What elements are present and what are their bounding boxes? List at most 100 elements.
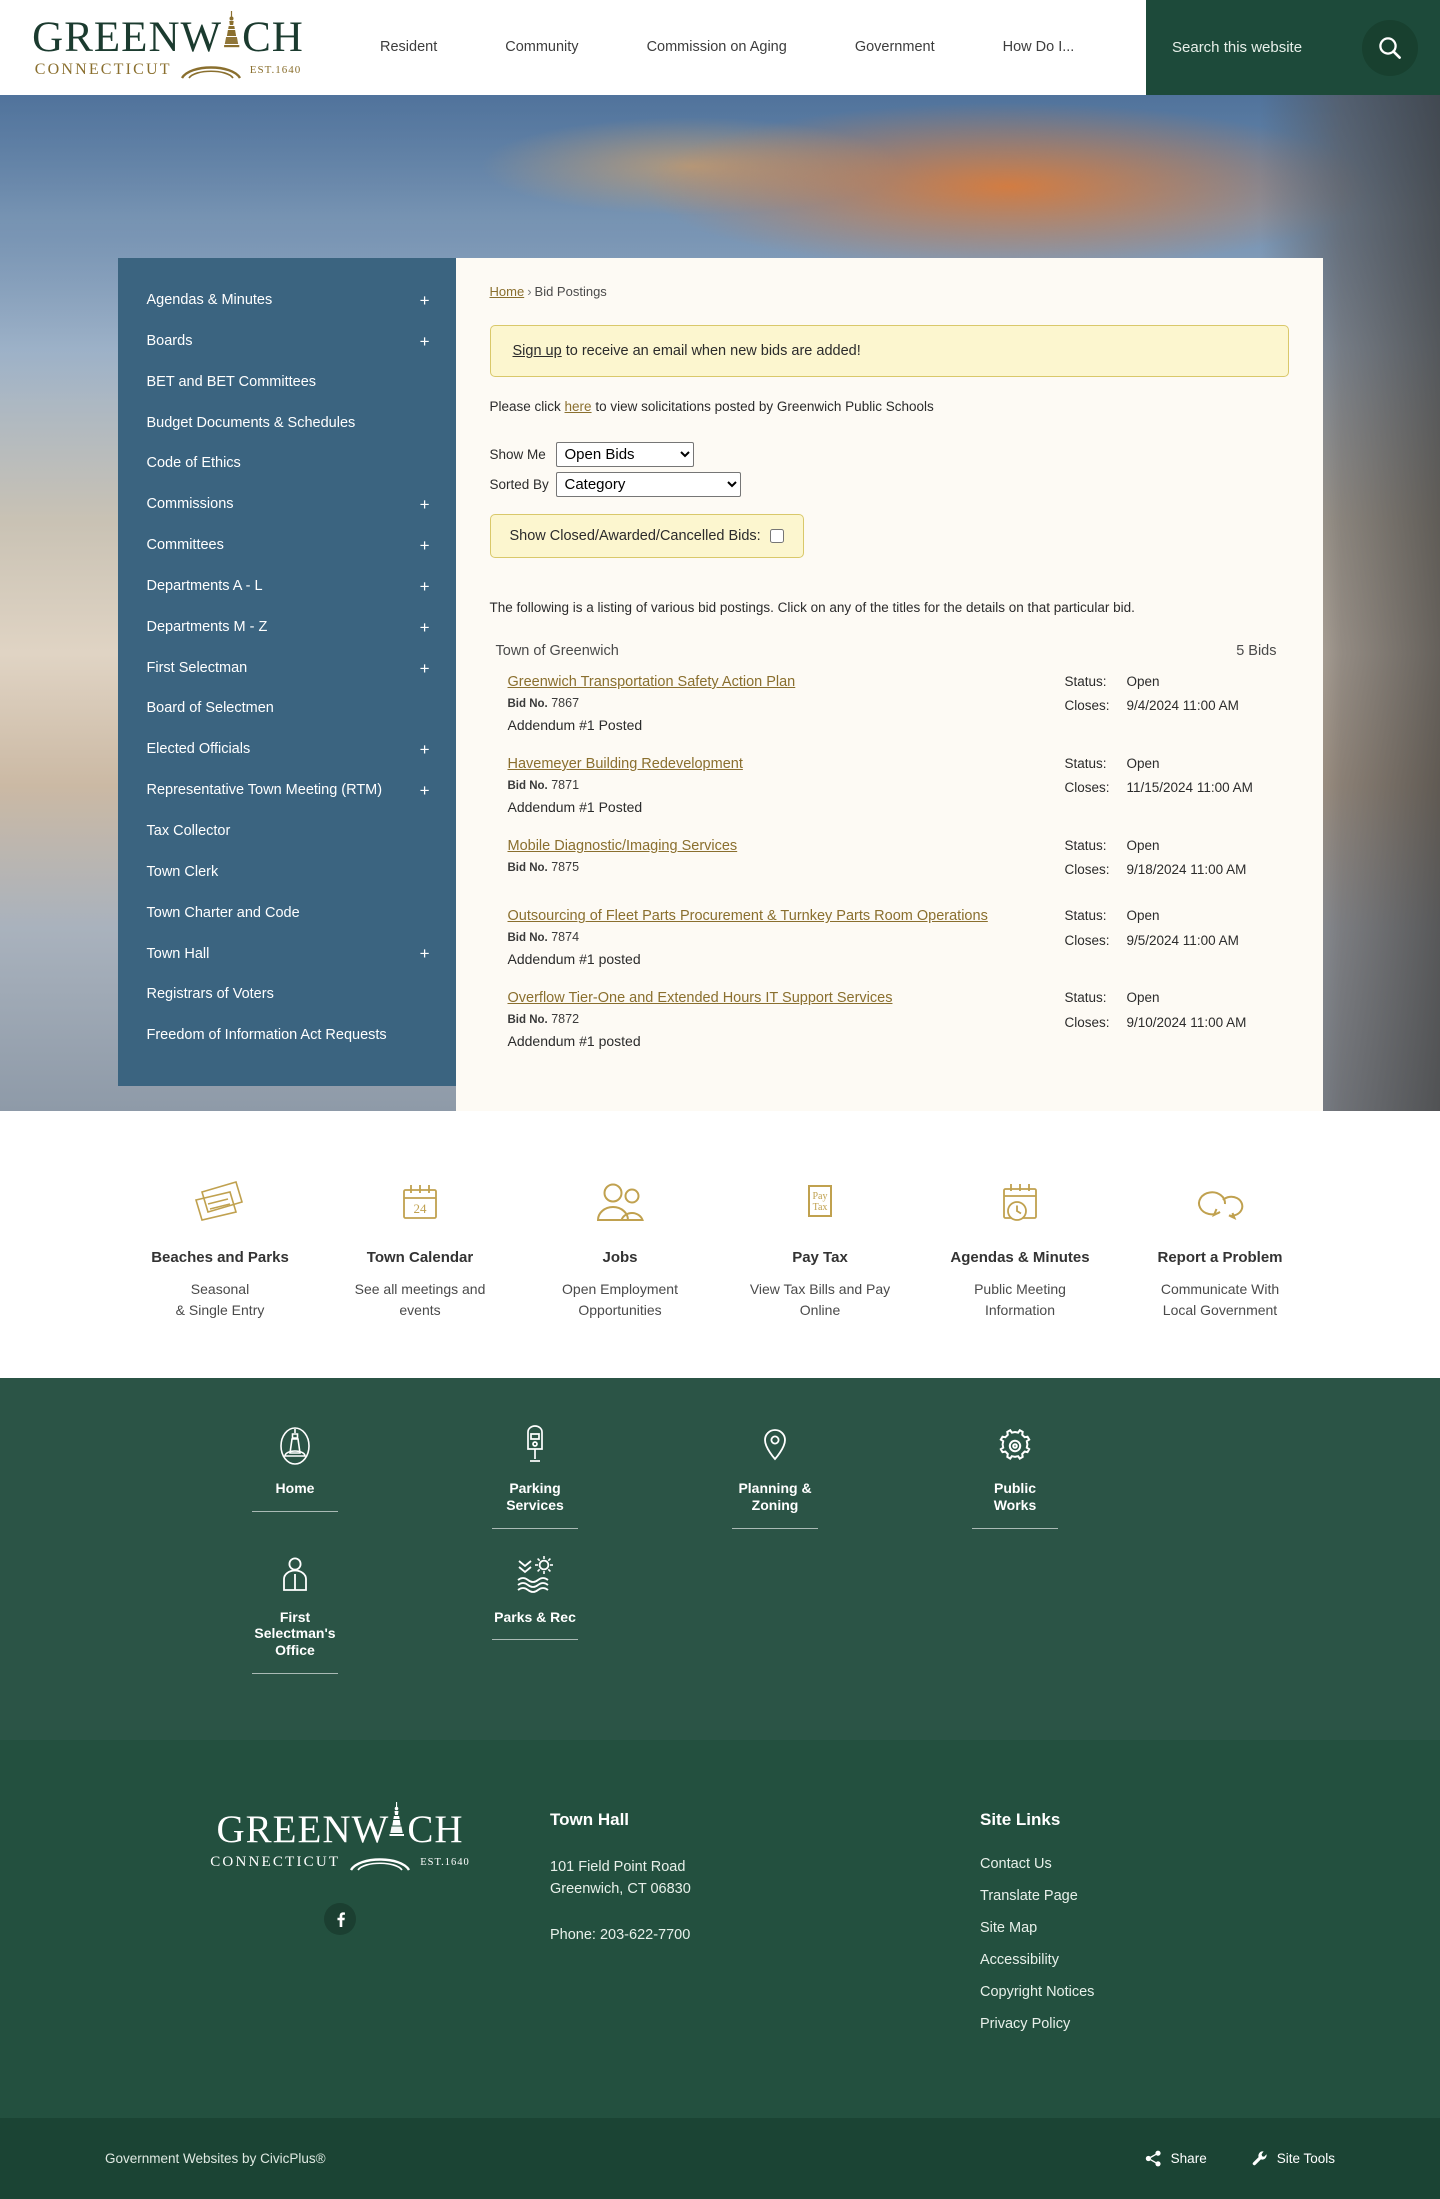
footer-link-contact-us[interactable]: Contact Us bbox=[980, 1856, 1310, 1872]
sidebar-item-label: Town Hall bbox=[146, 945, 210, 962]
quick-link-desc-line-2: & Single Entry bbox=[175, 1301, 265, 1318]
expand-icon[interactable]: + bbox=[410, 578, 430, 595]
greennav-item-home[interactable]: Home bbox=[175, 1422, 415, 1529]
nav-item-commission-on-aging[interactable]: Commission on Aging bbox=[613, 0, 821, 95]
quick-link-desc-line-1: See all meetings and bbox=[354, 1281, 486, 1298]
greennav-item-parking-services[interactable]: Parking Services bbox=[415, 1422, 655, 1529]
sorted-by-select[interactable]: Category bbox=[555, 472, 741, 497]
sidebar-item-town-charter-and-code[interactable]: Town Charter and Code bbox=[118, 893, 456, 934]
footer-link-copyright-notices[interactable]: Copyright Notices bbox=[980, 1984, 1310, 2000]
expand-icon[interactable]: + bbox=[410, 945, 430, 962]
sidebar-item-foia-requests[interactable]: Freedom of Information Act Requests bbox=[118, 1015, 456, 1056]
sidebar-item-town-clerk[interactable]: Town Clerk bbox=[118, 852, 456, 893]
bid-title-link[interactable]: Greenwich Transportation Safety Action P… bbox=[508, 674, 796, 690]
bid-title-link[interactable]: Havemeyer Building Redevelopment bbox=[508, 756, 743, 772]
footer-link-site-map[interactable]: Site Map bbox=[980, 1920, 1310, 1936]
greennav-item-planning-zoning[interactable]: Planning & Zoning bbox=[655, 1422, 895, 1529]
sidebar-item-departments-a-l[interactable]: Departments A - L + bbox=[118, 566, 456, 607]
sidebar-item-bet-and-bet-committees[interactable]: BET and BET Committees bbox=[118, 362, 456, 403]
sidebar-item-committees[interactable]: Committees + bbox=[118, 525, 456, 566]
bid-title-link[interactable]: Mobile Diagnostic/Imaging Services bbox=[508, 838, 738, 854]
quick-link-beaches-and-parks[interactable]: Beaches and Parks Seasonal & Single Entr… bbox=[120, 1171, 320, 1320]
greennav-underline bbox=[972, 1527, 1058, 1529]
sidebar-item-label: Agendas & Minutes bbox=[146, 292, 273, 308]
show-closed-bids-checkbox[interactable] bbox=[769, 529, 784, 543]
quick-links-section: Beaches and Parks Seasonal & Single Entr… bbox=[0, 1111, 1440, 1379]
signup-link[interactable]: Sign up bbox=[513, 343, 562, 359]
footer-town-hall-heading: Town Hall bbox=[550, 1810, 630, 1830]
sidebar-item-town-hall[interactable]: Town Hall + bbox=[118, 934, 456, 975]
footer-logo-subtitle: CONNECTICUT EST.1640 bbox=[210, 1853, 470, 1871]
greennav-item-public-works[interactable]: Public Works bbox=[895, 1422, 1135, 1529]
expand-icon[interactable]: + bbox=[410, 292, 430, 309]
bid-title-link[interactable]: Overflow Tier-One and Extended Hours IT … bbox=[508, 990, 893, 1006]
quick-link-jobs[interactable]: Jobs Open Employment Opportunities bbox=[520, 1171, 720, 1320]
quick-link-town-calendar[interactable]: 24 Town Calendar See all meetings and ev… bbox=[320, 1171, 520, 1320]
nav-item-how-do-i[interactable]: How Do I... bbox=[969, 0, 1109, 95]
search-button[interactable] bbox=[1362, 19, 1418, 76]
sidebar-item-board-of-selectmen[interactable]: Board of Selectmen bbox=[118, 688, 456, 729]
sorted-by-label: Sorted By bbox=[489, 477, 549, 492]
expand-icon[interactable]: + bbox=[410, 782, 430, 799]
closes-label: Closes: bbox=[1064, 698, 1110, 714]
expand-icon[interactable]: + bbox=[410, 496, 430, 513]
nav-item-community[interactable]: Community bbox=[471, 0, 612, 95]
site-tools-button[interactable]: Site Tools bbox=[1251, 2150, 1335, 2167]
quick-link-pay-tax[interactable]: Pay Tax Pay Tax View Tax Bills and Pay O… bbox=[720, 1171, 920, 1320]
search-input[interactable] bbox=[1172, 39, 1352, 56]
quick-link-icon-wrap bbox=[520, 1171, 720, 1237]
greennav-item-parks-rec[interactable]: Parks & Rec bbox=[415, 1551, 655, 1674]
footer-link-accessibility[interactable]: Accessibility bbox=[980, 1952, 1310, 1968]
greennav-icon-wrap bbox=[175, 1422, 415, 1470]
person-icon bbox=[283, 1557, 307, 1591]
footer-link-translate-page[interactable]: Translate Page bbox=[980, 1888, 1310, 1904]
sidebar-item-commissions[interactable]: Commissions + bbox=[118, 484, 456, 525]
site-logo[interactable]: GREENW CH CONNECTICUT EST.1640 bbox=[0, 11, 320, 79]
sidebar-item-first-selectman[interactable]: First Selectman + bbox=[118, 648, 456, 689]
sidebar-item-budget-documents-schedules[interactable]: Budget Documents & Schedules bbox=[118, 403, 456, 444]
expand-icon[interactable]: + bbox=[410, 537, 430, 554]
footer-link-privacy-policy[interactable]: Privacy Policy bbox=[980, 2016, 1310, 2032]
sidebar-item-agendas-minutes[interactable]: Agendas & Minutes + bbox=[118, 280, 456, 321]
nav-item-resident[interactable]: Resident bbox=[346, 0, 471, 95]
bid-number: Bid No. 7875 bbox=[508, 860, 1043, 874]
share-button[interactable]: Share bbox=[1145, 2150, 1207, 2167]
bid-number: Bid No. 7872 bbox=[508, 1012, 1043, 1026]
expand-icon[interactable]: + bbox=[410, 741, 430, 758]
quick-link-agendas-minutes[interactable]: Agendas & Minutes Public Meeting Informa… bbox=[920, 1171, 1120, 1320]
main-content-card: Home › Bid Postings Sign up to receive an … bbox=[455, 258, 1323, 1112]
facebook-link[interactable] bbox=[324, 1903, 356, 1936]
status-label: Status: bbox=[1064, 990, 1107, 1006]
closes-value: 9/10/2024 11:00 AM bbox=[1126, 1014, 1247, 1030]
greennav-underline bbox=[732, 1527, 818, 1529]
quick-link-title: Agendas & Minutes bbox=[950, 1249, 1090, 1267]
nav-item-government[interactable]: Government bbox=[821, 0, 969, 95]
logo-wordmark: GREENW CH bbox=[32, 11, 304, 59]
greennav-label-line-1: Parking bbox=[509, 1480, 561, 1497]
show-closed-bids-box: Show Closed/Awarded/Cancelled Bids: bbox=[489, 514, 804, 558]
sidebar-item-tax-collector[interactable]: Tax Collector bbox=[118, 811, 456, 852]
expand-icon[interactable]: + bbox=[410, 660, 430, 677]
expand-icon[interactable]: + bbox=[410, 333, 430, 350]
quick-link-icon-wrap: Pay Tax bbox=[720, 1171, 920, 1237]
sidebar-item-label: Commissions bbox=[146, 496, 234, 513]
schools-here-link[interactable]: here bbox=[565, 399, 592, 414]
sidebar-item-boards[interactable]: Boards + bbox=[118, 321, 456, 362]
sidebar-item-elected-officials[interactable]: Elected Officials + bbox=[118, 729, 456, 770]
sidebar-item-departments-m-z[interactable]: Departments M - Z + bbox=[118, 607, 456, 648]
breadcrumb-home-link[interactable]: Home bbox=[490, 284, 525, 299]
closes-label: Closes: bbox=[1064, 932, 1110, 948]
bid-title-link[interactable]: Outsourcing of Fleet Parts Procurement &… bbox=[508, 908, 988, 924]
sidebar-item-label: Departments M - Z bbox=[146, 618, 268, 635]
closes-value: 11/15/2024 11:00 AM bbox=[1126, 780, 1253, 796]
show-me-select[interactable]: Open Bids bbox=[555, 442, 694, 467]
sidebar-item-label: BET and BET Committees bbox=[146, 373, 317, 390]
expand-icon[interactable]: + bbox=[410, 619, 430, 636]
quick-link-report-a-problem[interactable]: Report a Problem Communicate With Local … bbox=[1120, 1171, 1320, 1320]
bid-number: Bid No. 7867 bbox=[508, 696, 1043, 710]
sidebar-item-representative-town-meeting[interactable]: Representative Town Meeting (RTM) + bbox=[118, 770, 456, 811]
greennav-item-first-selectmans-office[interactable]: First Selectman's Office bbox=[175, 1551, 415, 1675]
sidebar-item-registrars-of-voters[interactable]: Registrars of Voters bbox=[118, 974, 456, 1015]
sidebar-item-code-of-ethics[interactable]: Code of Ethics bbox=[118, 443, 456, 484]
pay-tax-icon-text-pay: Pay bbox=[813, 1191, 828, 1202]
